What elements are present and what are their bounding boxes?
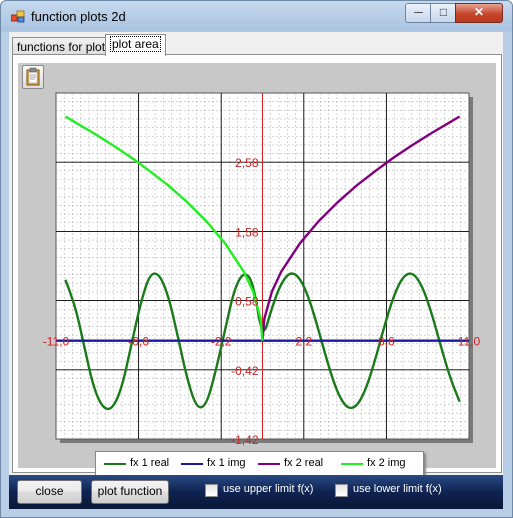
tab-label: plot area bbox=[110, 36, 161, 52]
legend-label: fx 2 real bbox=[284, 457, 324, 469]
legend-swatch bbox=[181, 463, 203, 465]
minimize-icon: ─ bbox=[414, 5, 423, 19]
x-tick-label: -11,0 bbox=[43, 335, 70, 349]
x-tick-label: -6,6 bbox=[128, 335, 149, 349]
legend-swatch bbox=[104, 463, 126, 465]
lower-limit-label: use lower limit f(x) bbox=[353, 483, 442, 495]
tab-label: functions for plot bbox=[17, 40, 106, 54]
legend-swatch bbox=[341, 463, 363, 465]
lower-limit-checkbox[interactable] bbox=[335, 484, 348, 497]
title-bar[interactable]: function plots 2d ─ □ ✕ bbox=[1, 1, 512, 31]
upper-limit-label: use upper limit f(x) bbox=[223, 483, 314, 495]
y-tick-label: -0,42 bbox=[231, 364, 259, 378]
y-tick-label: 1,58 bbox=[235, 225, 259, 239]
x-tick-label: 6,6 bbox=[378, 335, 395, 349]
plot-chart: -11,0 -6,6 -2,2 2,2 6,6 11,0 -1,42 -0,42 0,58 1,5… bbox=[43, 92, 481, 447]
x-tick-label: 2,2 bbox=[295, 335, 312, 349]
x-tick-label: -2,2 bbox=[211, 335, 232, 349]
close-window-button[interactable]: ✕ bbox=[455, 3, 503, 23]
minimize-button[interactable]: ─ bbox=[405, 3, 432, 23]
plot-panel: -11,0 -6,6 -2,2 2,2 6,6 11,0 -1,42 -0,42 0,58 1,5… bbox=[18, 63, 496, 477]
maximize-button[interactable]: □ bbox=[430, 3, 457, 23]
close-icon: ✕ bbox=[473, 5, 485, 19]
x-tick-label: 11,0 bbox=[458, 335, 481, 349]
y-tick-label: 2,58 bbox=[235, 156, 259, 170]
tab-plot-area[interactable]: plot area bbox=[105, 34, 166, 56]
app-icon bbox=[11, 10, 25, 23]
plot-function-button[interactable]: plot function bbox=[91, 480, 169, 504]
main-window: function plots 2d ─ □ ✕ functions for pl… bbox=[0, 0, 513, 518]
upper-limit-checkbox[interactable] bbox=[205, 484, 218, 497]
tab-page-plot-area: -11,0 -6,6 -2,2 2,2 6,6 11,0 -1,42 -0,42 0,58 1,5… bbox=[12, 54, 502, 477]
y-tick-label: -1,42 bbox=[231, 433, 259, 447]
bottom-bar: close plot function use upper limit f(x)… bbox=[9, 475, 503, 509]
client-area: functions for plot plot area -11,0 -6,6 -2… bbox=[9, 32, 503, 477]
window-title: function plots 2d bbox=[31, 9, 126, 24]
legend-swatch bbox=[258, 463, 280, 465]
legend-label: fx 1 img bbox=[207, 457, 246, 469]
y-tick-label: 0,58 bbox=[235, 295, 259, 309]
maximize-icon: □ bbox=[439, 5, 448, 19]
close-button[interactable]: close bbox=[17, 480, 82, 504]
legend-label: fx 2 img bbox=[367, 457, 406, 469]
legend-label: fx 1 real bbox=[130, 457, 170, 469]
chart-legend: fx 1 real fx 1 img fx 2 real fx 2 img bbox=[95, 451, 424, 477]
